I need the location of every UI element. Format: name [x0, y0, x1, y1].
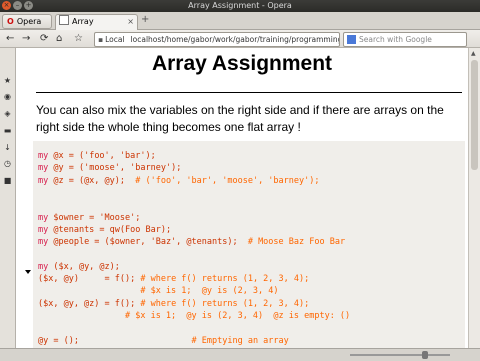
window-title: Array Assignment - Opera — [188, 1, 292, 10]
code-line: my $owner = 'Moose'; — [38, 213, 140, 223]
url-text: localhost/home/gabor/work/gabor/training… — [130, 35, 340, 44]
code-token: $owner = 'Moose'; — [53, 212, 141, 223]
forward-button[interactable]: → — [22, 31, 30, 46]
code-token: my — [38, 212, 54, 223]
code-token: @y = (); — [38, 335, 192, 346]
code-token: my — [38, 224, 54, 235]
code-token: , — [109, 151, 120, 161]
reload-button[interactable]: ⟳ — [40, 31, 48, 46]
code-token: ($x, @y, @z) = f(); — [38, 298, 141, 309]
opera-menu-label: Opera — [16, 17, 42, 26]
code-token: 'bar' — [119, 151, 146, 161]
code-token: @tenants = qw(Foo Bar); — [53, 224, 172, 235]
intro-paragraph: You can also mix the variables on the ri… — [36, 103, 444, 134]
code-token: # where f() returns (1, 2, 3, 4); — [140, 274, 310, 284]
new-tab-button[interactable]: + — [141, 14, 149, 25]
code-token: # where f() returns (1, 2, 3, 4); — [140, 298, 310, 309]
home-button[interactable]: ⌂ — [56, 31, 62, 46]
code-line: # $x is 1; @y is (2, 3, 4) @z is empty: … — [38, 311, 350, 321]
heading-divider — [36, 92, 462, 93]
site-info-icon: ▪ — [98, 35, 104, 44]
opera-logo-icon: O — [7, 17, 14, 26]
zoom-slider-knob[interactable] — [422, 351, 428, 359]
code-line: ($x, @y, @z) = f(); # where f() returns … — [38, 299, 309, 309]
code-token: ($x, @y) = f(); — [38, 274, 141, 284]
bookmarks-icon[interactable]: ★ — [3, 76, 12, 85]
downloads-icon[interactable]: ↓ — [3, 143, 12, 152]
code-line: ($x, @y) = f(); # where f() returns (1, … — [38, 274, 309, 284]
back-button[interactable]: ← — [6, 31, 14, 46]
code-token: my — [38, 163, 54, 174]
code-token: @people = ($owner, 'Baz', @tenants); — [53, 237, 248, 248]
close-tab-icon[interactable]: × — [127, 15, 134, 29]
code-example: my @x = ('foo', 'bar'); my @y = ('moose',… — [33, 141, 465, 360]
code-token: 'barney' — [130, 163, 172, 174]
notes-icon[interactable]: ▬ — [3, 126, 12, 135]
code-token: # Emptying an array — [191, 335, 289, 346]
code-line: my @y = ('moose', 'barney'); — [38, 163, 181, 173]
speed-dial-button[interactable]: ☆ — [74, 31, 83, 46]
code-token: @z = (@x, @y); — [53, 175, 136, 186]
opera-menu-button[interactable]: O Opera — [2, 14, 52, 29]
scrollbar-thumb[interactable] — [471, 60, 478, 170]
history-icon[interactable]: ◷ — [3, 159, 12, 168]
code-line: # $x is 1; @y is (2, 3, 4) — [38, 286, 279, 297]
code-token: my — [38, 175, 54, 186]
search-placeholder: Search with Google — [359, 35, 432, 44]
scroll-up-icon[interactable]: ▲ — [471, 50, 476, 57]
panel-sidebar: ★ ◉ ◈ ▬ ↓ ◷ ■ — [0, 48, 16, 360]
vertical-scrollbar[interactable]: ▲ — [468, 48, 480, 348]
code-token: my — [38, 261, 54, 272]
code-token: @x = ( — [53, 151, 85, 161]
extensions-icon[interactable]: ■ — [3, 176, 12, 185]
code-line: @y = (); # Emptying an array — [38, 336, 289, 346]
tab-bar: OOpera Array Assignment × + — [0, 12, 480, 40]
tab-array-assignment[interactable]: Array Assignment × — [55, 14, 138, 40]
page-favicon-icon — [59, 15, 69, 25]
code-line: my @tenants = qw(Foo Bar); — [38, 225, 171, 235]
code-line: my @people = ($owner, 'Baz', @tenants); … — [38, 237, 345, 247]
page-content: Array Assignment You can also mix the va… — [16, 48, 468, 360]
status-bar — [0, 348, 480, 361]
code-token: 'moose' — [84, 163, 120, 174]
code-token: # ('foo', 'bar', 'moose', 'barney'); — [135, 175, 320, 186]
code-line: my @x = ('foo', 'bar'); — [38, 151, 156, 161]
page-title: Array Assignment — [151, 52, 333, 75]
code-token: ); — [145, 151, 156, 161]
code-token: 'foo' — [84, 151, 110, 161]
zoom-slider[interactable] — [350, 354, 450, 356]
code-token: # $x is 1; @y is (2, 3, 4) — [38, 286, 279, 297]
url-scheme: Local — [105, 35, 125, 44]
navigation-bar: ← → ⟳ ⌂ ☆ ▪ Local localhost/home/gabor/wor… — [0, 30, 480, 48]
mouse-cursor-icon — [25, 270, 31, 274]
code-token: my — [38, 237, 54, 248]
code-token: @y = ( — [53, 163, 85, 174]
address-bar[interactable]: ▪ Local localhost/home/gabor/work/gabor/tr… — [94, 32, 340, 47]
code-token: , — [119, 163, 131, 174]
code-token: # $x is 1; @y is (2, 3, 4) @z is empty: … — [38, 310, 351, 321]
search-field[interactable]: Search with Google — [343, 32, 467, 47]
code-token: my — [38, 151, 54, 161]
code-token: ($x, @y, @z); — [53, 261, 120, 272]
search-engine-icon[interactable] — [347, 35, 356, 44]
code-token: # Moose Baz Foo Bar — [247, 237, 346, 248]
code-line: my ($x, @y, @z); — [38, 262, 120, 272]
window-titlebar: × – + Array Assignment - Opera — [0, 0, 480, 12]
windows-icon[interactable]: ◉ — [3, 92, 12, 101]
code-token: ); — [171, 163, 182, 174]
code-line: my @z = (@x, @y); # ('foo', 'bar', 'moos… — [38, 176, 319, 186]
share-icon[interactable]: ◈ — [3, 109, 12, 118]
